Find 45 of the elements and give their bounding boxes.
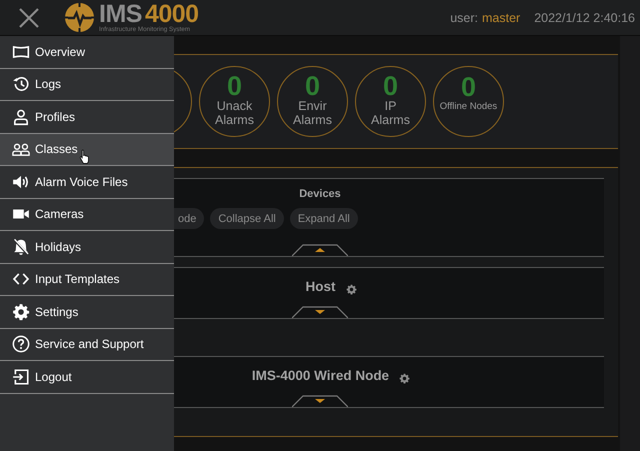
menu-item[interactable]: Holidays: [0, 231, 174, 264]
stat-circle[interactable]: 0 Envir Alarms: [277, 66, 348, 137]
menu-item[interactable]: Settings: [0, 296, 174, 328]
logo-number: 4000: [144, 2, 199, 26]
menu-item[interactable]: Alarm Voice Files: [0, 166, 174, 198]
collapse-toggle[interactable]: [292, 244, 348, 256]
logout-icon: [12, 368, 30, 386]
close-icon[interactable]: [18, 6, 40, 28]
stat-count: 0: [226, 72, 242, 98]
expand-toggle[interactable]: [292, 395, 348, 407]
stat-count: 0: [382, 72, 398, 98]
menu-item[interactable]: Overview: [0, 36, 174, 68]
expand-toggle[interactable]: [292, 306, 348, 318]
stat-label: Envir Alarms: [293, 98, 332, 126]
menu-item[interactable]: Cameras: [0, 198, 174, 231]
devices-title: Devices: [299, 188, 341, 200]
pill-button[interactable]: Collapse All: [210, 208, 284, 229]
bell-off-icon: [12, 238, 30, 256]
logo-text: IMS: [99, 2, 142, 26]
stat-circle[interactable]: 0 Offline Nodes: [433, 66, 504, 137]
settings-icon: [12, 302, 30, 321]
stat-circle[interactable]: 0 IP Alarms: [355, 66, 426, 137]
pill-button[interactable]: Expand All: [290, 208, 358, 229]
menu-item[interactable]: Input Templates: [0, 264, 174, 296]
settings-icon[interactable]: [399, 373, 410, 384]
menu-item[interactable]: Service and Support: [0, 328, 174, 361]
stat-circle[interactable]: 0 Unack Alarms: [199, 66, 270, 137]
stat-count: 0: [460, 74, 476, 100]
section-title: IMS-4000 Wired Node: [252, 368, 390, 383]
date-time: 2022/1/12 2:40:16: [534, 10, 635, 24]
stat-label: IP Alarms: [371, 98, 410, 126]
stat-label: Unack Alarms: [215, 98, 254, 126]
stat-label: Offline Nodes: [440, 100, 498, 114]
settings-icon[interactable]: [346, 284, 356, 295]
pointer-cursor-icon: [79, 148, 90, 164]
menu-item[interactable]: Classes: [0, 134, 174, 166]
person-icon: [12, 108, 30, 126]
history-icon: [12, 75, 30, 94]
menu-item[interactable]: Logout: [0, 361, 174, 394]
section-title: Host: [306, 279, 336, 294]
menu-item[interactable]: Logs: [0, 68, 174, 101]
user-label: user:: [450, 10, 478, 24]
stat-count: 0: [304, 72, 320, 98]
help-icon: [12, 335, 30, 354]
user-name: master: [482, 10, 520, 24]
